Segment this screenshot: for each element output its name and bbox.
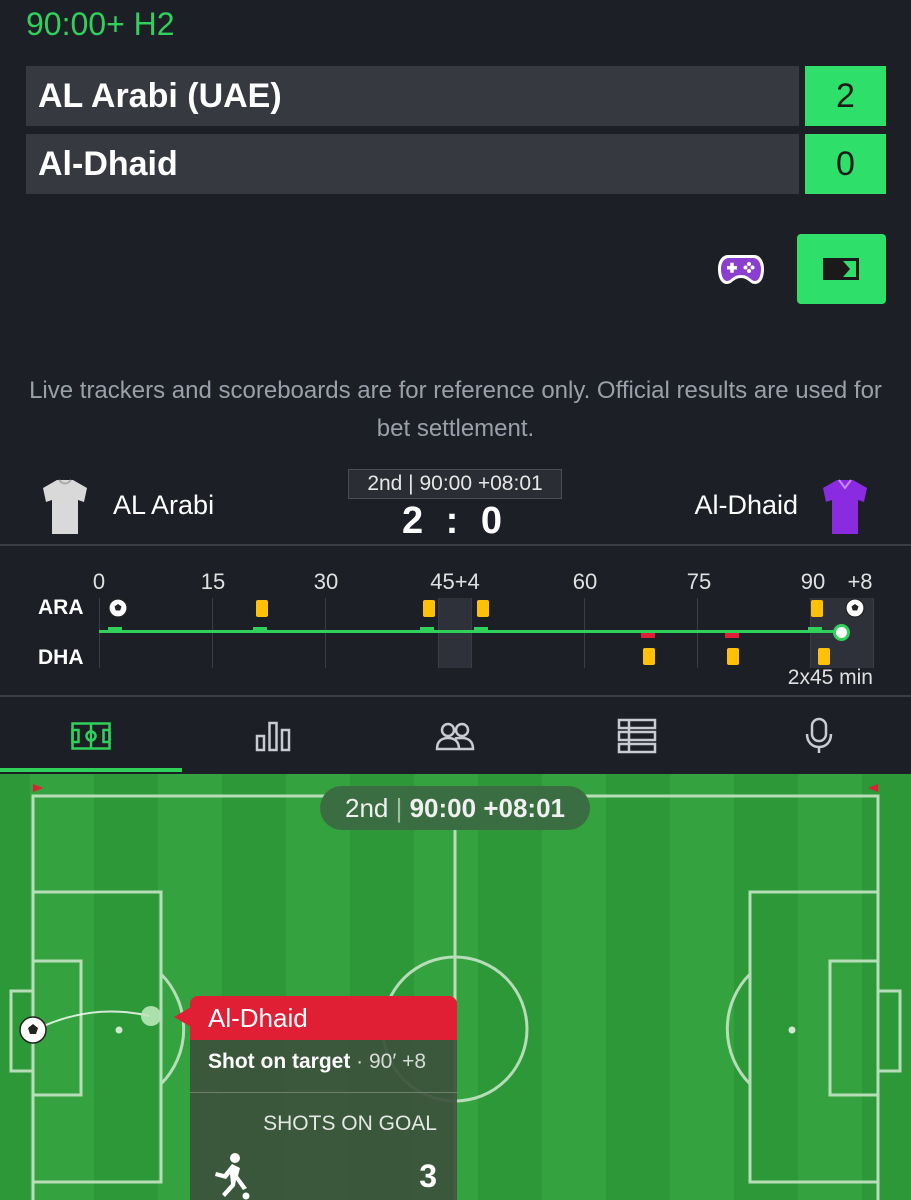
popup-divider: [190, 1092, 457, 1093]
event-popup-header: Al-Dhaid: [190, 996, 457, 1040]
event-popup-body: Shot on target · 90′ +8 SHOTS ON GOAL 3: [190, 1040, 457, 1200]
event-description: Shot on target · 90′ +8: [208, 1050, 426, 1074]
divider: [0, 695, 911, 697]
tl-stoppage-shade: [438, 598, 471, 668]
tl-away-bar: [641, 633, 655, 638]
home-jersey-icon: [43, 479, 87, 534]
tab-stats[interactable]: [182, 700, 364, 772]
goal-icon: [845, 598, 865, 618]
pitch-period-label: 2nd: [344, 793, 389, 823]
list-icon: [617, 718, 657, 754]
tv-stream-button[interactable]: [797, 234, 886, 304]
tl-duration: 2x45 min: [787, 666, 873, 689]
tl-tick: 45+4: [430, 569, 480, 594]
tab-commentary[interactable]: [728, 700, 910, 772]
tl-away-abbr: DHA: [38, 646, 84, 669]
tl-gridline: [584, 598, 585, 668]
tab-lineups[interactable]: [364, 700, 546, 772]
tab-bar: [0, 700, 911, 772]
tl-current-marker: [833, 624, 850, 641]
tl-home-bar: [474, 627, 488, 632]
match-time: 90:00+ H2: [26, 6, 175, 42]
tl-home-bar: [108, 627, 122, 632]
tl-gridline: [471, 598, 472, 668]
team-score: 0: [805, 134, 886, 194]
tl-gridline: [212, 598, 213, 668]
tv-stream-icon: [823, 258, 859, 280]
bar-chart-icon: [255, 721, 291, 752]
tl-home-bar: [420, 627, 434, 632]
tab-events[interactable]: [546, 700, 728, 772]
tl-home-bar: [253, 627, 267, 632]
away-team-name: Al-Dhaid: [694, 490, 798, 520]
pitch-period-time: 90:00 +08:01: [409, 793, 565, 823]
match-score: 2 : 0: [401, 500, 509, 542]
team-name: Al-Dhaid: [26, 134, 799, 194]
tl-yellow-card: [811, 600, 823, 617]
away-jersey-icon: [823, 479, 867, 534]
tl-yellow-card: [477, 600, 489, 617]
team-row-home: AL Arabi (UAE) 2: [26, 66, 886, 126]
tl-yellow-card: [643, 648, 655, 665]
match-period: 2nd | 90:00 +08:01: [348, 469, 562, 499]
tl-gridline: [325, 598, 326, 668]
event-type: Shot on target: [208, 1050, 351, 1073]
team-row-away: Al-Dhaid 0: [26, 134, 886, 194]
tl-gridline: [438, 598, 439, 668]
tl-yellow-card: [423, 600, 435, 617]
players-icon: [435, 722, 475, 751]
pitch-period-separator: |: [395, 793, 410, 823]
tl-tick: +8: [847, 569, 873, 594]
tl-tick: 30: [313, 569, 339, 594]
team-name: AL Arabi (UAE): [26, 66, 799, 126]
stat-value: 3: [419, 1158, 437, 1194]
tl-tick: 15: [200, 569, 226, 594]
tl-yellow-card: [256, 600, 268, 617]
tl-tick: 75: [686, 569, 712, 594]
gamepad-icon[interactable]: [718, 253, 764, 285]
tl-gridline: [873, 598, 874, 668]
event-popup-notch: [174, 1007, 191, 1027]
player-kicking-icon: [215, 1153, 250, 1200]
tl-away-bar: [725, 633, 739, 638]
pitch-period-pill: 2nd | 90:00 +08:01: [320, 786, 590, 830]
disclaimer-text: Live trackers and scoreboards are for re…: [29, 377, 882, 442]
tl-home-bar: [808, 627, 822, 632]
team-score: 2: [805, 66, 886, 126]
microphone-icon: [805, 717, 833, 753]
divider: [0, 544, 911, 546]
home-team-name: AL Arabi: [113, 490, 215, 520]
stat-label: SHOTS ON GOAL: [263, 1112, 437, 1135]
tl-tick: 60: [572, 569, 598, 594]
pitch-icon: [71, 722, 111, 750]
tab-pitch[interactable]: [0, 700, 182, 772]
active-tab-indicator: [0, 768, 182, 772]
tl-yellow-card: [727, 648, 739, 665]
tl-yellow-card: [818, 648, 830, 665]
tl-tick: 0: [92, 569, 106, 594]
tl-home-abbr: ARA: [38, 596, 84, 619]
tl-gridline: [99, 598, 100, 668]
event-time: · 90′ +8: [356, 1050, 427, 1073]
goal-icon: [108, 598, 128, 618]
tl-gridline: [697, 598, 698, 668]
tl-tick: 90: [800, 569, 826, 594]
